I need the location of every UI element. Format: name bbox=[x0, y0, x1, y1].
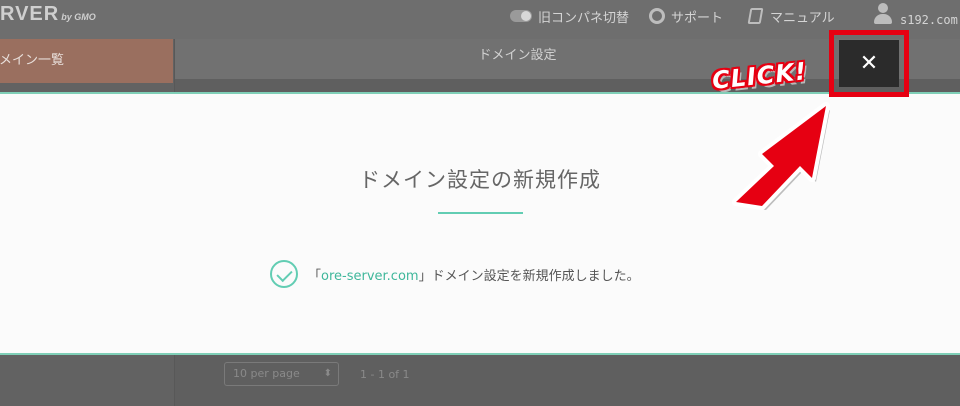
domain-name: ore-server.com bbox=[321, 268, 419, 284]
close-button[interactable]: ✕ bbox=[839, 40, 899, 87]
book-icon bbox=[747, 8, 764, 24]
old-panel-switch[interactable]: 旧コンパネ切替 bbox=[510, 6, 629, 26]
message-suffix: 」ドメイン設定を新規作成しました。 bbox=[418, 268, 640, 284]
success-message: 「ore-server.com」ドメイン設定を新規作成しました。 bbox=[270, 260, 640, 288]
logo-text: RVER bbox=[0, 3, 60, 25]
title-underline bbox=[438, 212, 523, 214]
toggle-icon bbox=[510, 10, 532, 22]
check-circle-icon bbox=[270, 260, 298, 288]
sidebar-item-domain-list[interactable]: ドメイン一覧 bbox=[0, 39, 173, 83]
manual-label: マニュアル bbox=[770, 10, 835, 26]
logo-sub: by GMO bbox=[61, 12, 96, 22]
per-page-select[interactable]: 10 per page bbox=[224, 362, 339, 386]
user-name[interactable]: s192.com bbox=[900, 13, 958, 27]
lifebuoy-icon bbox=[649, 8, 665, 24]
manual-link[interactable]: マニュアル bbox=[747, 6, 835, 26]
arrow-icon bbox=[732, 102, 830, 210]
logo: RVER by GMO bbox=[0, 3, 96, 26]
page-title: ドメイン設定 bbox=[478, 48, 557, 63]
support-label: サポート bbox=[671, 10, 724, 26]
message-prefix: 「 bbox=[308, 268, 322, 284]
pagination-range: 1 - 1 of 1 bbox=[360, 368, 410, 381]
message-text: 「ore-server.com」ドメイン設定を新規作成しました。 bbox=[308, 265, 640, 284]
user-icon[interactable] bbox=[874, 3, 892, 25]
top-header: RVER by GMO 旧コンパネ切替 サポート マニュアル s192.com bbox=[0, 0, 960, 39]
support-link[interactable]: サポート bbox=[649, 6, 723, 26]
old-panel-label: 旧コンパネ切替 bbox=[538, 10, 630, 26]
